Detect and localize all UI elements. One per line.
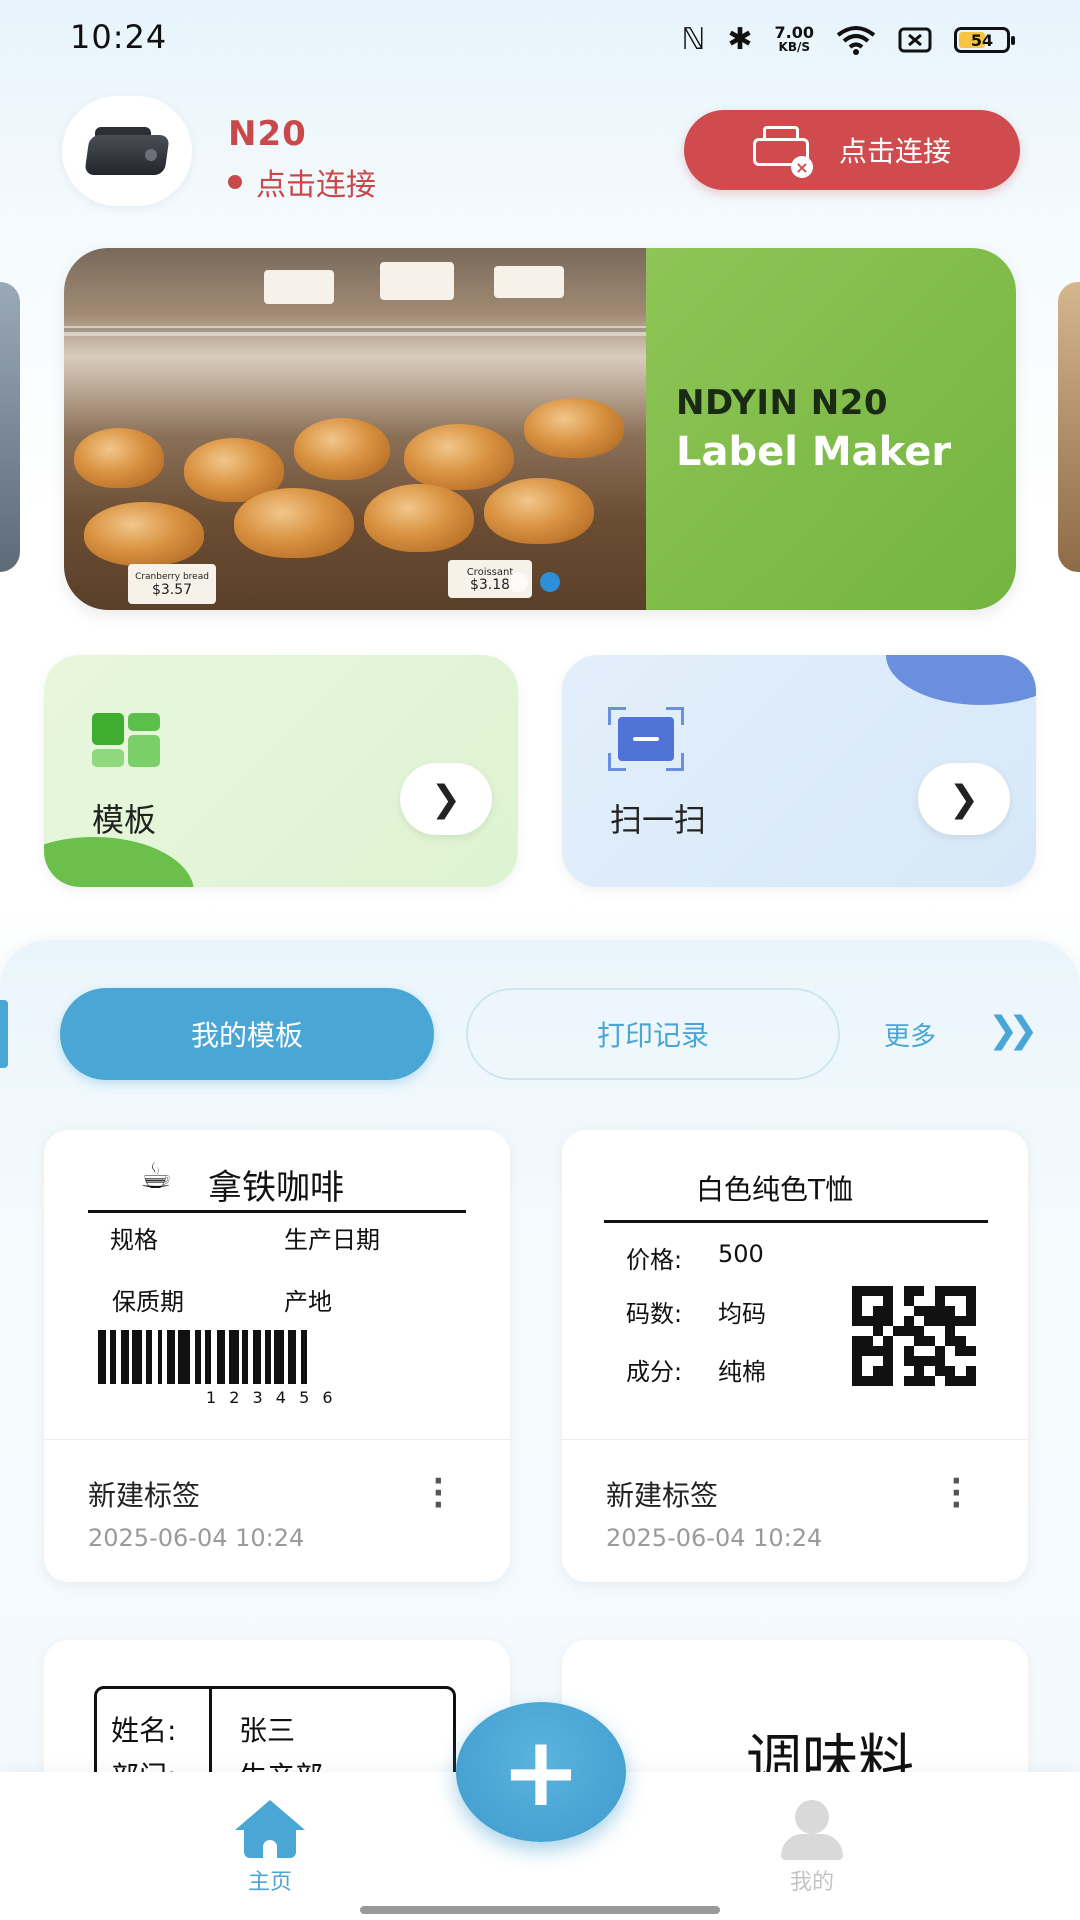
- preview-row2-right: 产地: [284, 1288, 332, 1316]
- panel-edge-handle: [0, 1000, 8, 1068]
- chevron-right-icon[interactable]: ❯: [400, 763, 492, 835]
- nav-home[interactable]: 主页: [234, 1800, 306, 1896]
- template-grid-icon: [92, 713, 160, 769]
- net-speed-unit: KB/S: [778, 40, 810, 54]
- banner-dot[interactable]: [508, 572, 528, 592]
- banner-tag-left-price: $3.57: [151, 582, 193, 598]
- status-time: 10:24: [70, 18, 168, 56]
- banner-line1: NDYIN N20: [676, 383, 889, 423]
- preview-price-value: 500: [718, 1240, 764, 1268]
- template-preview: 白色纯色T恤 价格: 500 码数: 均码 成分: 纯棉: [562, 1130, 1028, 1440]
- preview-size-label: 码数:: [626, 1300, 683, 1328]
- template-item[interactable]: 姓名: 张三 部门: 生产部: [44, 1640, 510, 1780]
- barcode: [98, 1330, 307, 1384]
- template-preview: 姓名: 张三 部门: 生产部: [94, 1686, 456, 1780]
- device-status-text: 点击连接: [256, 168, 376, 203]
- preview-row2-left: 保质期: [112, 1288, 184, 1316]
- template-preview: ☕ 拿铁咖啡 规格 生产日期 保质期 产地 1 2 3 4 5 6: [44, 1130, 510, 1440]
- bluetooth-icon: ✱: [727, 22, 753, 57]
- printer-image: [81, 121, 173, 181]
- coffee-cup-icon: ☕: [140, 1156, 173, 1197]
- device-avatar[interactable]: [62, 96, 192, 206]
- template-name: 新建标签: [606, 1479, 719, 1512]
- status-dot-icon: [228, 175, 242, 189]
- status-icons: ℕ ✱ 7.00 KB/S 54: [681, 20, 1015, 60]
- barcode-number: 1 2 3 4 5 6: [206, 1388, 337, 1407]
- nav-home-label: 主页: [247, 1870, 292, 1895]
- banner-tag-right-price: $3.18: [469, 577, 511, 593]
- preview-material-label: 成分:: [626, 1358, 683, 1386]
- preview-row1-right: 生产日期: [284, 1226, 380, 1254]
- scan-card-label: 扫一扫: [610, 801, 707, 839]
- preview-material-value: 纯棉: [718, 1358, 766, 1386]
- wifi-icon: [836, 26, 876, 55]
- preview-size-value: 均码: [718, 1300, 766, 1328]
- connect-button-label: 点击连接: [838, 135, 951, 168]
- nav-me-label: 我的: [789, 1870, 834, 1895]
- net-speed: 7.00 KB/S: [775, 25, 814, 55]
- connect-button[interactable]: × 点击连接: [684, 110, 1020, 190]
- battery-level: 54: [970, 30, 994, 50]
- qr-code: [852, 1286, 976, 1386]
- printer-disconnected-icon: ×: [752, 126, 813, 178]
- battery-icon: 54: [954, 27, 1015, 53]
- chevron-right-icon[interactable]: ❯: [918, 763, 1010, 835]
- template-item[interactable]: ☕ 拿铁咖啡 规格 生产日期 保质期 产地 1 2 3 4 5 6 新建标签 2…: [44, 1130, 510, 1582]
- preview-title: 白色纯色T恤: [696, 1173, 854, 1206]
- banner-pagination: [508, 572, 560, 592]
- home-indicator[interactable]: [360, 1906, 720, 1914]
- banner-bakery-photo: Cranberry bread $3.57 Croissant $3.18: [64, 248, 646, 610]
- template-card-label: 模板: [92, 801, 157, 839]
- banner-line2: Label Maker: [676, 429, 952, 475]
- banner-text-panel: NDYIN N20 Label Maker: [646, 248, 1016, 610]
- template-item[interactable]: 调味料: [562, 1640, 1028, 1780]
- nav-me[interactable]: 我的: [776, 1800, 848, 1896]
- preview-name-label: 姓名:: [111, 1714, 177, 1747]
- more-vert-icon[interactable]: · · ·: [951, 1467, 962, 1521]
- more-vert-icon[interactable]: · · ·: [433, 1467, 444, 1521]
- template-name: 新建标签: [88, 1479, 201, 1512]
- device-name: N20: [228, 114, 307, 154]
- home-icon: [235, 1800, 305, 1858]
- scan-card[interactable]: 扫一扫 ❯: [562, 655, 1036, 887]
- template-date: 2025-06-04 10:24: [606, 1524, 823, 1552]
- preview-title: 拿铁咖啡: [208, 1168, 344, 1208]
- preview-row1-left: 规格: [110, 1226, 158, 1254]
- promo-banner[interactable]: Cranberry bread $3.57 Croissant $3.18 ND…: [64, 248, 1016, 610]
- template-card[interactable]: 模板 ❯: [44, 655, 518, 887]
- scan-icon: [608, 707, 684, 771]
- preview-title: 调味料: [746, 1729, 914, 1780]
- add-button[interactable]: +: [456, 1702, 626, 1842]
- template-date: 2025-06-04 10:24: [88, 1524, 305, 1552]
- tab-print-history[interactable]: 打印记录: [466, 988, 840, 1080]
- profile-icon: [777, 1800, 847, 1860]
- preview-name-value: 张三: [239, 1714, 296, 1747]
- preview-price-label: 价格:: [626, 1246, 683, 1274]
- banner-prev-peek[interactable]: [0, 282, 20, 572]
- banner-next-peek[interactable]: [1058, 282, 1080, 572]
- sim-off-icon: [898, 27, 932, 53]
- more-link[interactable]: 更多: [884, 1016, 936, 1053]
- banner-dot-active[interactable]: [540, 572, 560, 592]
- template-item[interactable]: 白色纯色T恤 价格: 500 码数: 均码 成分: 纯棉 新建标签 2025-0…: [562, 1130, 1028, 1582]
- nfc-icon: ℕ: [681, 22, 706, 57]
- device-status[interactable]: 点击连接: [228, 160, 376, 204]
- net-speed-value: 7.00: [774, 23, 814, 42]
- tab-my-templates[interactable]: 我的模板: [60, 988, 434, 1080]
- double-chevron-right-icon[interactable]: ❯❯: [988, 1010, 1038, 1051]
